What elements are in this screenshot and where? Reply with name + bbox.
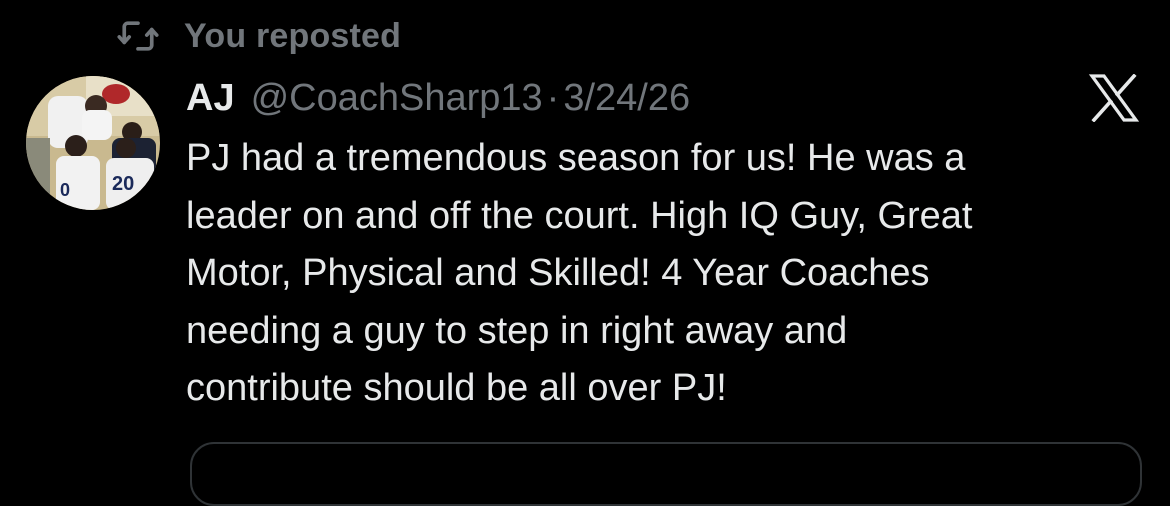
- avatar-jersey-20: 20: [112, 173, 134, 195]
- avatar[interactable]: 0 20: [26, 76, 160, 210]
- repost-indicator[interactable]: You reposted: [116, 14, 401, 58]
- tweet-text: PJ had a tremendous season for us! He wa…: [186, 137, 973, 409]
- tweet-date[interactable]: 3/24/26: [563, 77, 690, 120]
- tweet-header: AJ @CoachSharp13 · 3/24/26: [186, 74, 690, 122]
- repost-icon: [116, 14, 160, 58]
- embedded-card[interactable]: [190, 442, 1142, 506]
- user-handle[interactable]: @CoachSharp13: [251, 77, 543, 120]
- avatar-jersey-0: 0: [60, 180, 70, 200]
- separator-dot: ·: [546, 76, 560, 119]
- x-logo-icon: [1088, 73, 1140, 123]
- repost-label: You reposted: [184, 16, 402, 55]
- display-name[interactable]: AJ: [186, 77, 235, 120]
